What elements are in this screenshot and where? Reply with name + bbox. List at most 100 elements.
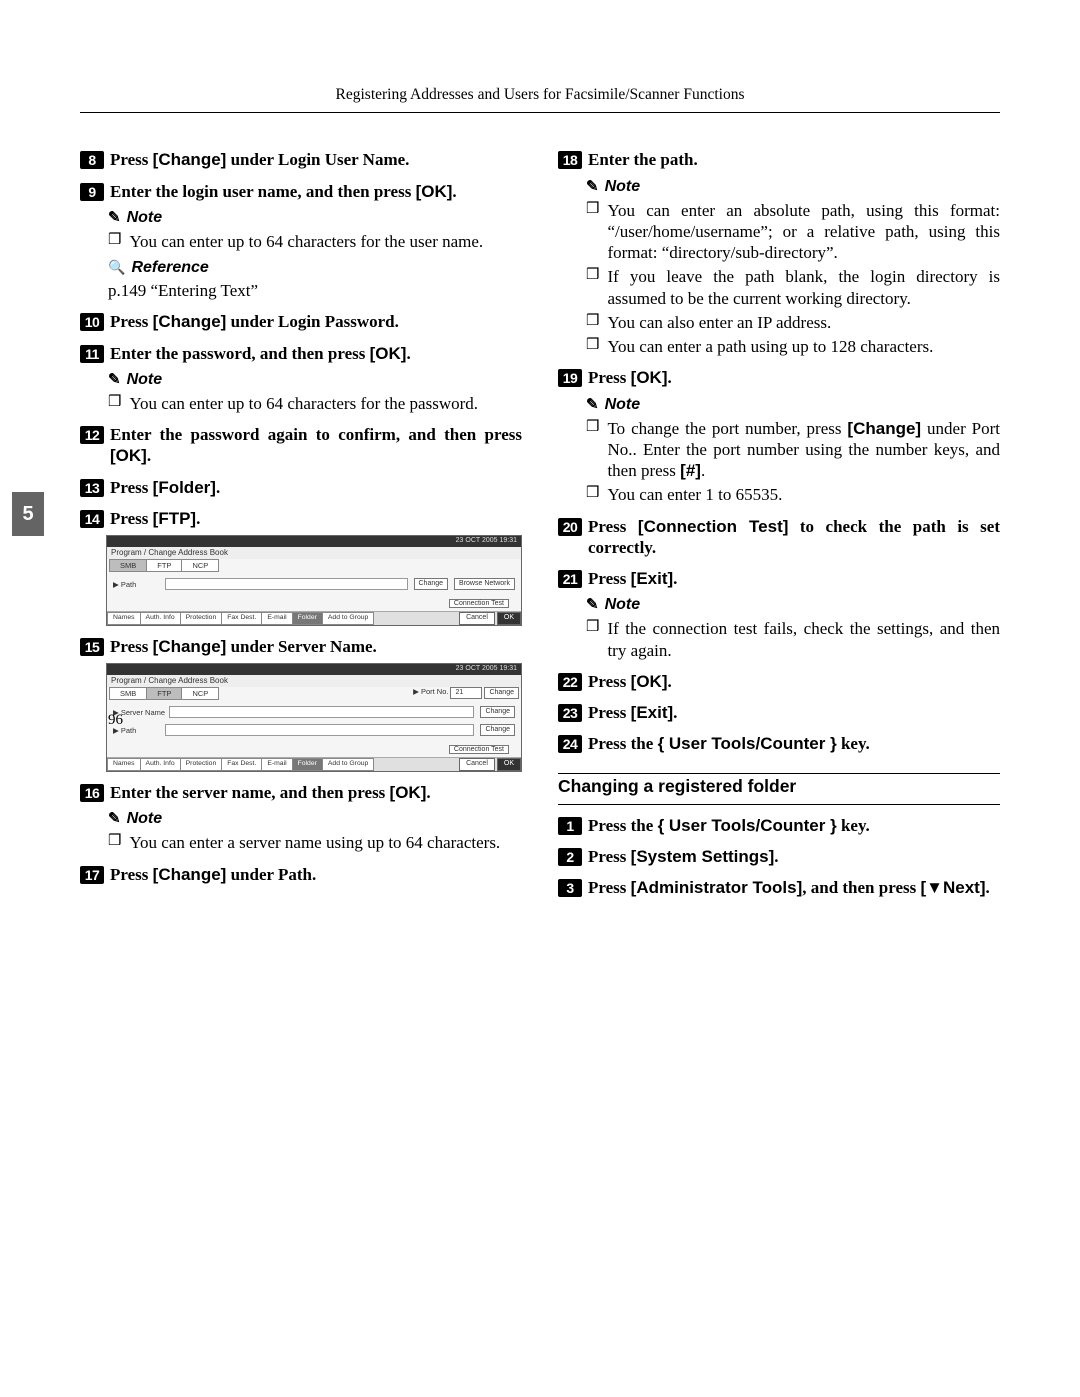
step-text: Press [OK]. — [588, 671, 1000, 692]
ok-button[interactable]: OK — [497, 612, 521, 625]
tab-auth-info[interactable]: Auth. Info — [140, 612, 181, 625]
text: Press — [588, 847, 631, 866]
text: Press — [110, 150, 153, 169]
tab-names[interactable]: Names — [107, 758, 141, 771]
path-input[interactable] — [165, 724, 474, 736]
step-text: Press [Change] under Login User Name. — [110, 149, 522, 170]
tab-folder[interactable]: Folder — [292, 758, 323, 771]
tab-smb[interactable]: SMB — [109, 687, 147, 700]
note-text: You can also enter an IP address. — [607, 312, 1000, 333]
tab-smb[interactable]: SMB — [109, 559, 147, 572]
key-label: [Change] — [153, 637, 227, 656]
ok-button[interactable]: OK — [497, 758, 521, 771]
note-block-9: Note ❒You can enter up to 64 characters … — [108, 208, 522, 302]
tab-protection[interactable]: Protection — [180, 612, 223, 625]
tab-fax-dest[interactable]: Fax Dest. — [221, 612, 262, 625]
key-label: [OK] — [110, 446, 147, 465]
text: under Server Name. — [226, 637, 376, 656]
cancel-button[interactable]: Cancel — [459, 758, 495, 771]
tab-ftp[interactable]: FTP — [146, 559, 182, 572]
key-label: [Change] — [153, 150, 227, 169]
tab-add-group[interactable]: Add to Group — [322, 612, 374, 625]
tab-email[interactable]: E-mail — [261, 612, 292, 625]
connection-test-button[interactable]: Connection Test — [449, 599, 509, 608]
step-number-icon: 15 — [80, 638, 104, 656]
screen-protocol-tabs: SMB FTP NCP ▶ Port No. 21 Change — [107, 687, 521, 700]
note-text: If you leave the path blank, the login d… — [607, 266, 1000, 309]
note-label: Note — [127, 370, 163, 390]
note-heading: Note — [108, 370, 522, 390]
tab-ncp[interactable]: NCP — [181, 687, 219, 700]
note-item: ❒You can enter a server name using up to… — [108, 832, 522, 853]
cancel-button[interactable]: Cancel — [459, 612, 495, 625]
note-label: Note — [127, 809, 163, 829]
step-text: Press [Exit]. — [588, 702, 1000, 723]
tab-protection[interactable]: Protection — [180, 758, 223, 771]
note-item: ❒If the connection test fails, check the… — [586, 618, 1000, 661]
key-label: [OK] — [631, 368, 668, 387]
step-text: Enter the path. — [588, 149, 1000, 170]
step-text: Enter the password, and then press [OK]. — [110, 343, 522, 364]
text: . — [452, 182, 456, 201]
change-button[interactable]: Change — [414, 578, 449, 590]
note-label: Note — [605, 395, 641, 415]
pencil-icon — [586, 177, 599, 197]
step-text: Press [Change] under Path. — [110, 864, 522, 885]
step-9: 9 Enter the login user name, and then pr… — [80, 181, 522, 202]
step-text: Enter the server name, and then press [O… — [110, 782, 522, 803]
step-number-icon: 3 — [558, 879, 582, 897]
step-number-icon: 19 — [558, 369, 582, 387]
change-server-button[interactable]: Change — [480, 706, 515, 718]
step-number-icon: 18 — [558, 151, 582, 169]
text: . — [147, 446, 151, 465]
tab-add-group[interactable]: Add to Group — [322, 758, 374, 771]
browse-network-button[interactable]: Browse Network — [454, 578, 515, 590]
note-item: ❒You can enter up to 64 characters for t… — [108, 231, 522, 252]
right-column: 18 Enter the path. Note ❒ You can enter a… — [558, 139, 1000, 904]
step-b3: 3 Press [Administrator Tools], and then … — [558, 877, 1000, 898]
change-port-button[interactable]: Change — [484, 687, 519, 699]
note-item: ❒If you leave the path blank, the login … — [586, 266, 1000, 309]
screen-topbar: 23 OCT 2005 19:31 — [107, 664, 521, 675]
tab-auth-info[interactable]: Auth. Info — [140, 758, 181, 771]
note-heading: Note — [586, 177, 1000, 197]
note-item: ❒You can enter 1 to 65535. — [586, 484, 1000, 505]
path-input[interactable] — [165, 578, 408, 590]
step-number-icon: 10 — [80, 313, 104, 331]
chapter-tab: 5 — [12, 492, 44, 536]
tab-fax-dest[interactable]: Fax Dest. — [221, 758, 262, 771]
screen-path-row: ▶ Path Change Browse Network — [113, 578, 515, 590]
key-label: [Change] — [153, 865, 227, 884]
path-row: ▶ Path Change — [113, 724, 515, 736]
screen-body: ▶ Path Change Browse Network Connection … — [107, 572, 521, 611]
step-number-icon: 20 — [558, 518, 582, 536]
text: under Login Password. — [226, 312, 399, 331]
text: . — [426, 783, 430, 802]
key-label: [FTP] — [153, 509, 196, 528]
key-label: [Exit] — [631, 703, 674, 722]
pencil-icon — [108, 370, 121, 390]
tab-folder[interactable]: Folder — [292, 612, 323, 625]
note-text: You can enter an absolute path, using th… — [607, 200, 1000, 264]
screen-title: Program / Change Address Book — [107, 547, 521, 559]
bullet-icon: ❒ — [586, 618, 599, 661]
bullet-icon: ❒ — [586, 418, 599, 482]
step-number-icon: 2 — [558, 848, 582, 866]
text: Press — [588, 569, 631, 588]
note-text: If the connection test fails, check the … — [607, 618, 1000, 661]
tab-names[interactable]: Names — [107, 612, 141, 625]
note-list: ❒ To change the port number, press [Chan… — [586, 418, 1000, 506]
tab-email[interactable]: E-mail — [261, 758, 292, 771]
step-number-icon: 16 — [80, 784, 104, 802]
tab-ncp[interactable]: NCP — [181, 559, 219, 572]
text: . — [774, 847, 778, 866]
note-heading: Note — [586, 595, 1000, 615]
connection-test-button[interactable]: Connection Test — [449, 745, 509, 754]
change-path-button[interactable]: Change — [480, 724, 515, 736]
page: Registering Addresses and Users for Facs… — [0, 0, 1080, 964]
server-name-input[interactable] — [169, 706, 474, 718]
key-label: [Change] — [153, 312, 227, 331]
tab-ftp[interactable]: FTP — [146, 687, 182, 700]
step-text: Press [Exit]. — [588, 568, 1000, 589]
step-number-icon: 11 — [80, 345, 104, 363]
